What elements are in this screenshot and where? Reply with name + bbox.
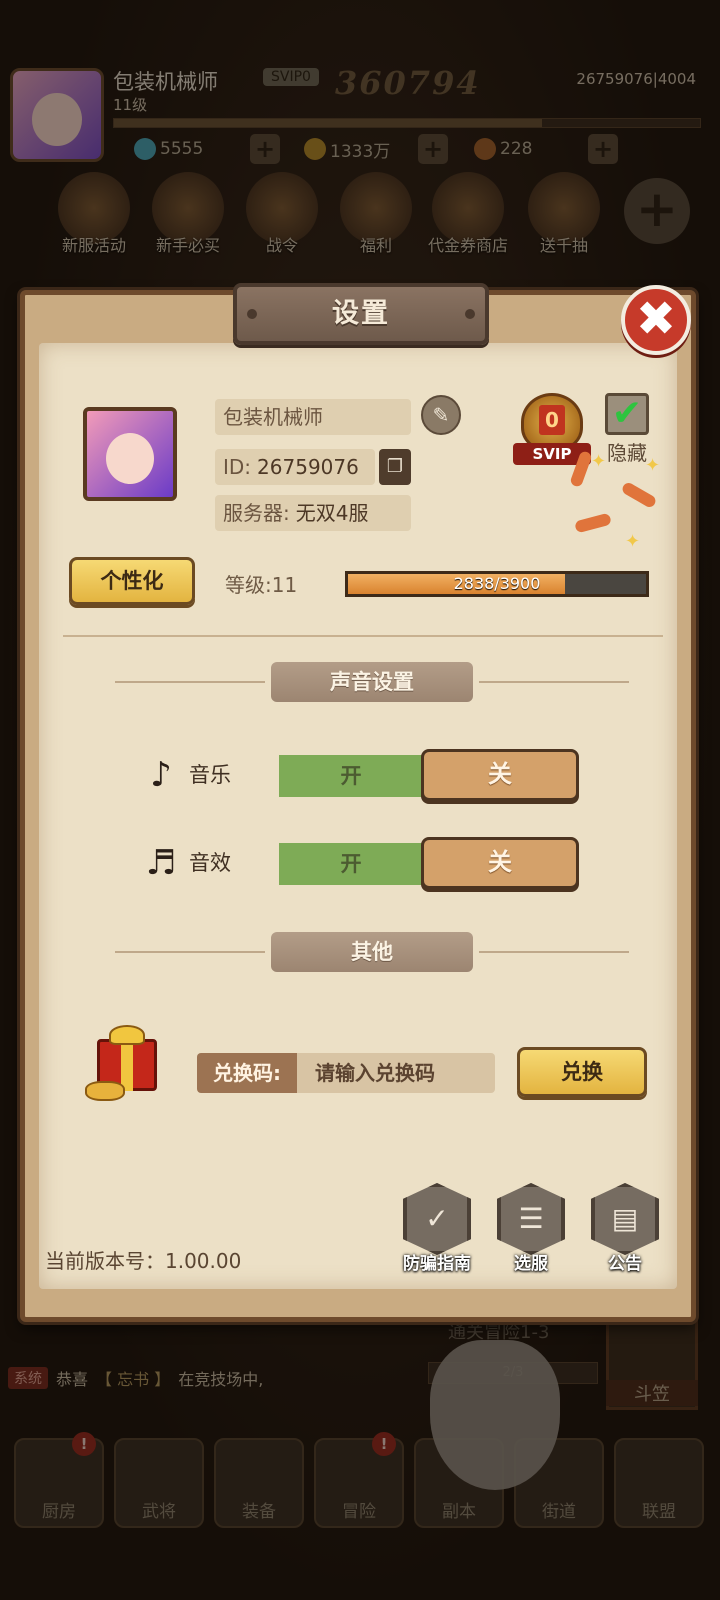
section-wing-left: [115, 951, 265, 953]
level-label: 等级:11: [225, 573, 298, 597]
exp-bar: 2838/3900: [345, 571, 649, 597]
shield-check-icon: ✓: [403, 1183, 471, 1255]
version-label: 当前版本号：1.00.00: [45, 1249, 242, 1273]
anti-fraud-guide-button[interactable]: ✓ 防骗指南: [397, 1183, 477, 1279]
hide-checkbox[interactable]: ✔: [605, 393, 649, 435]
svip-level: 0: [539, 405, 565, 435]
music-row: ♪ 音乐 开 关: [25, 749, 691, 801]
title-plate: 设置: [233, 283, 489, 345]
redeem-code-label: 兑换码:: [197, 1053, 297, 1093]
profile-name: 包装机械师: [215, 399, 411, 435]
personalize-button[interactable]: 个性化: [69, 557, 195, 605]
profile-avatar[interactable]: [83, 407, 177, 501]
edit-name-icon[interactable]: ✎: [421, 395, 461, 435]
section-wing-right: [479, 951, 629, 953]
server-list-icon: ☰: [497, 1183, 565, 1255]
profile-id: ID: 26759076: [215, 449, 375, 485]
redeem-button[interactable]: 兑换: [517, 1047, 647, 1097]
profile-server-value: 无双4服: [295, 501, 369, 525]
sound-effect-off-button[interactable]: 关: [421, 837, 579, 889]
sound-effect-row: ♬ 音效 开 关: [25, 837, 691, 889]
sound-effect-label: 音效: [189, 851, 231, 875]
music-off-button[interactable]: 关: [421, 749, 579, 801]
gift-box-icon: [85, 1025, 167, 1105]
exp-text: 2838/3900: [453, 574, 541, 593]
music-note-icon: ♪: [150, 755, 172, 795]
section-wing-right: [479, 681, 629, 683]
profile-id-value: 26759076: [257, 455, 359, 479]
close-button[interactable]: ✖: [621, 285, 691, 355]
profile-server: 服务器: 无双4服: [215, 495, 411, 531]
dialog-title: 设置: [332, 298, 390, 329]
sparkle-icon: ✦: [625, 531, 641, 552]
music-on-button[interactable]: 开: [279, 755, 423, 797]
music-label: 音乐: [189, 763, 231, 787]
announcement-button[interactable]: ▤ 公告: [585, 1183, 665, 1279]
sound-settings-header: 声音设置: [271, 662, 473, 702]
select-server-button[interactable]: ☰ 选服: [491, 1183, 571, 1279]
sparkle-icon: ✦: [645, 455, 661, 476]
settings-dialog: 设置 ✖ 包装机械师 ✎ ID: 26759076 ❐ 服务器: 无双4服 0 SV…: [20, 283, 696, 1322]
redeem-code-input[interactable]: [297, 1053, 495, 1093]
sparkle-icon: ✦: [591, 451, 607, 472]
sound-effect-on-button[interactable]: 开: [279, 843, 423, 885]
section-wing-left: [115, 681, 265, 683]
other-header: 其他: [271, 932, 473, 972]
copy-id-icon[interactable]: ❐: [379, 449, 411, 485]
announcement-icon: ▤: [591, 1183, 659, 1255]
sound-effect-icon: ♬: [145, 843, 177, 883]
divider: [63, 635, 663, 637]
